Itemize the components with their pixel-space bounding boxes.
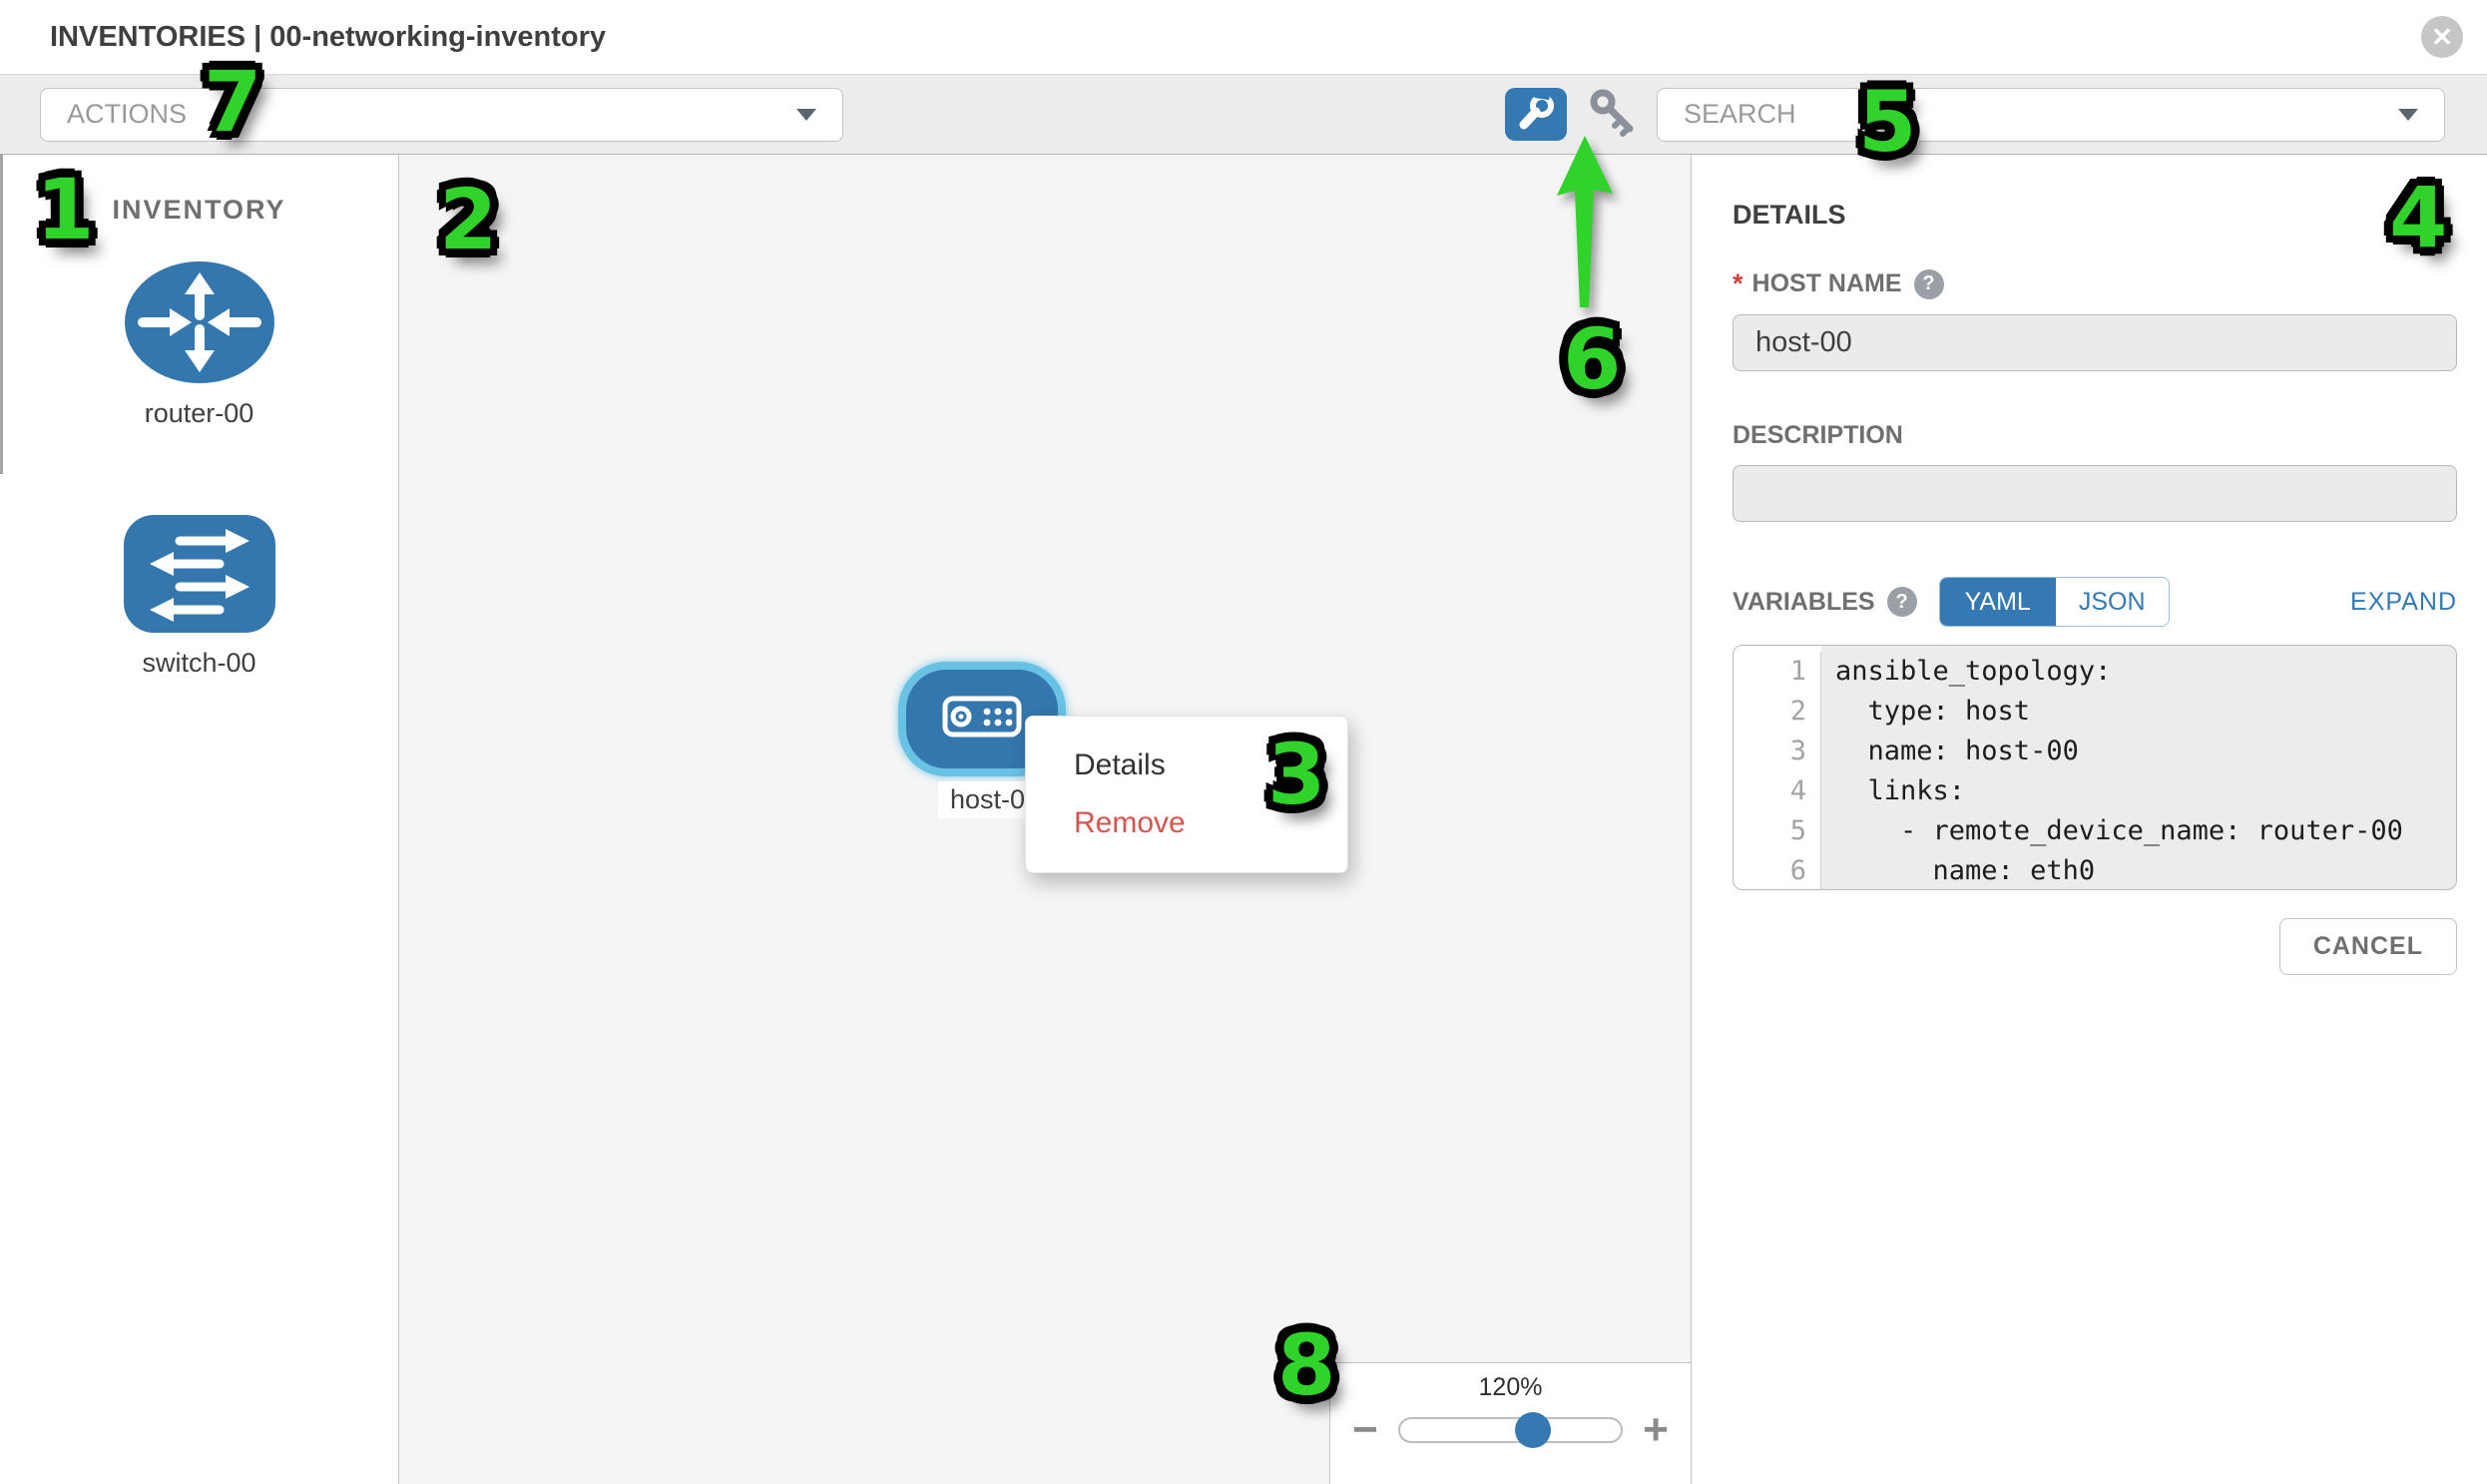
line-number: 2 <box>1734 692 1821 732</box>
inventory-sidebar: INVENTORY router-00 <box>0 155 399 1484</box>
variables-label: VARIABLES <box>1733 588 1875 617</box>
zoom-percent-value: 120% <box>1330 1373 1691 1402</box>
json-toggle-button[interactable]: JSON <box>2056 578 2169 626</box>
line-number: 4 <box>1734 771 1821 811</box>
help-question-icon[interactable]: ? <box>1887 587 1917 617</box>
line-number: 5 <box>1734 811 1821 851</box>
help-question-icon[interactable]: ? <box>1914 269 1944 299</box>
line-number: 3 <box>1734 732 1821 771</box>
palette-item-label: switch-00 <box>0 648 398 679</box>
code-line: 6 name: eth0 <box>1734 851 2456 890</box>
details-actions-row: CANCEL <box>1733 918 2457 975</box>
yaml-toggle-button[interactable]: YAML <box>1940 578 2056 626</box>
page-header: INVENTORIES | 00-networking-inventory ✕ <box>0 0 2487 75</box>
actions-dropdown[interactable]: ACTIONS <box>40 88 843 142</box>
description-label: DESCRIPTION <box>1733 421 1903 450</box>
required-asterisk: * <box>1733 268 1743 299</box>
page-title: INVENTORIES | 00-networking-inventory <box>50 21 606 54</box>
description-label-row: DESCRIPTION <box>1733 421 2457 450</box>
line-text: ansible_topology: <box>1821 652 2456 692</box>
line-text: - remote_device_name: router-00 <box>1821 811 2456 851</box>
zoom-slider-row: − + <box>1330 1408 1691 1452</box>
switch-icon <box>124 620 275 637</box>
expand-link[interactable]: EXPAND <box>2350 588 2457 617</box>
line-number: 1 <box>1734 652 1821 692</box>
toolbar: ACTIONS <box>0 75 2487 155</box>
details-title: DETAILS <box>1733 200 2457 231</box>
host-name-field[interactable] <box>1733 314 2457 371</box>
line-text: name: eth0 <box>1821 851 2456 890</box>
cancel-button[interactable]: CANCEL <box>2279 918 2457 975</box>
router-icon <box>125 370 274 387</box>
variables-code-editor[interactable]: 1 ansible_topology: 2 type: host 3 name:… <box>1733 645 2457 890</box>
chevron-down-icon <box>2398 109 2418 121</box>
zoom-slider-track[interactable] <box>1398 1417 1624 1443</box>
line-text: name: host-00 <box>1821 732 2456 771</box>
host-name-label-row: * HOST NAME ? <box>1733 268 2457 299</box>
credentials-key-button[interactable] <box>1587 89 1639 141</box>
zoom-slider-handle[interactable] <box>1515 1412 1551 1448</box>
palette-item-router[interactable]: router-00 <box>0 261 398 429</box>
key-icon <box>1587 86 1639 143</box>
inventory-topology-app: INVENTORIES | 00-networking-inventory ✕ … <box>0 0 2487 1484</box>
description-field[interactable] <box>1733 465 2457 522</box>
code-line: 3 name: host-00 <box>1734 732 2456 771</box>
context-menu-item-remove[interactable]: Remove <box>1026 794 1347 852</box>
tools-button[interactable] <box>1505 88 1567 141</box>
line-number: 6 <box>1734 851 1821 890</box>
close-icon[interactable]: ✕ <box>2421 16 2463 58</box>
zoom-out-button[interactable]: − <box>1352 1408 1378 1452</box>
toolbar-right: SEARCH <box>1505 88 2445 142</box>
context-menu-item-details[interactable]: Details <box>1026 737 1347 794</box>
variables-format-toggle: YAML JSON <box>1939 577 2170 627</box>
code-line: 5 - remote_device_name: router-00 <box>1734 811 2456 851</box>
sidebar-scroll-edge <box>0 155 3 474</box>
topology-canvas[interactable]: host-00 Details Remove 120% − + <box>399 155 1692 1484</box>
host-name-label: HOST NAME <box>1752 269 1902 298</box>
wrench-icon <box>1516 93 1556 136</box>
code-line: 1 ansible_topology: <box>1734 652 2456 692</box>
main-area: INVENTORY router-00 <box>0 155 2487 1484</box>
variables-row: VARIABLES ? YAML JSON EXPAND <box>1733 577 2457 627</box>
node-context-menu: Details Remove <box>1025 716 1348 873</box>
sidebar-title: INVENTORY <box>0 195 398 226</box>
palette-item-label: router-00 <box>0 398 398 429</box>
code-line: 4 links: <box>1734 771 2456 811</box>
search-dropdown-label: SEARCH <box>1684 99 1796 130</box>
line-text: type: host <box>1821 692 2456 732</box>
actions-dropdown-label: ACTIONS <box>67 99 187 130</box>
details-panel: DETAILS * HOST NAME ? DESCRIPTION VARIAB… <box>1692 155 2487 1484</box>
code-line: 2 type: host <box>1734 692 2456 732</box>
chevron-down-icon <box>796 109 816 121</box>
host-icon <box>942 695 1022 743</box>
zoom-in-button[interactable]: + <box>1643 1408 1669 1452</box>
zoom-control: 120% − + <box>1329 1362 1691 1484</box>
line-text: links: <box>1821 771 2456 811</box>
palette-item-switch[interactable]: switch-00 <box>0 515 398 679</box>
search-dropdown[interactable]: SEARCH <box>1657 88 2445 142</box>
